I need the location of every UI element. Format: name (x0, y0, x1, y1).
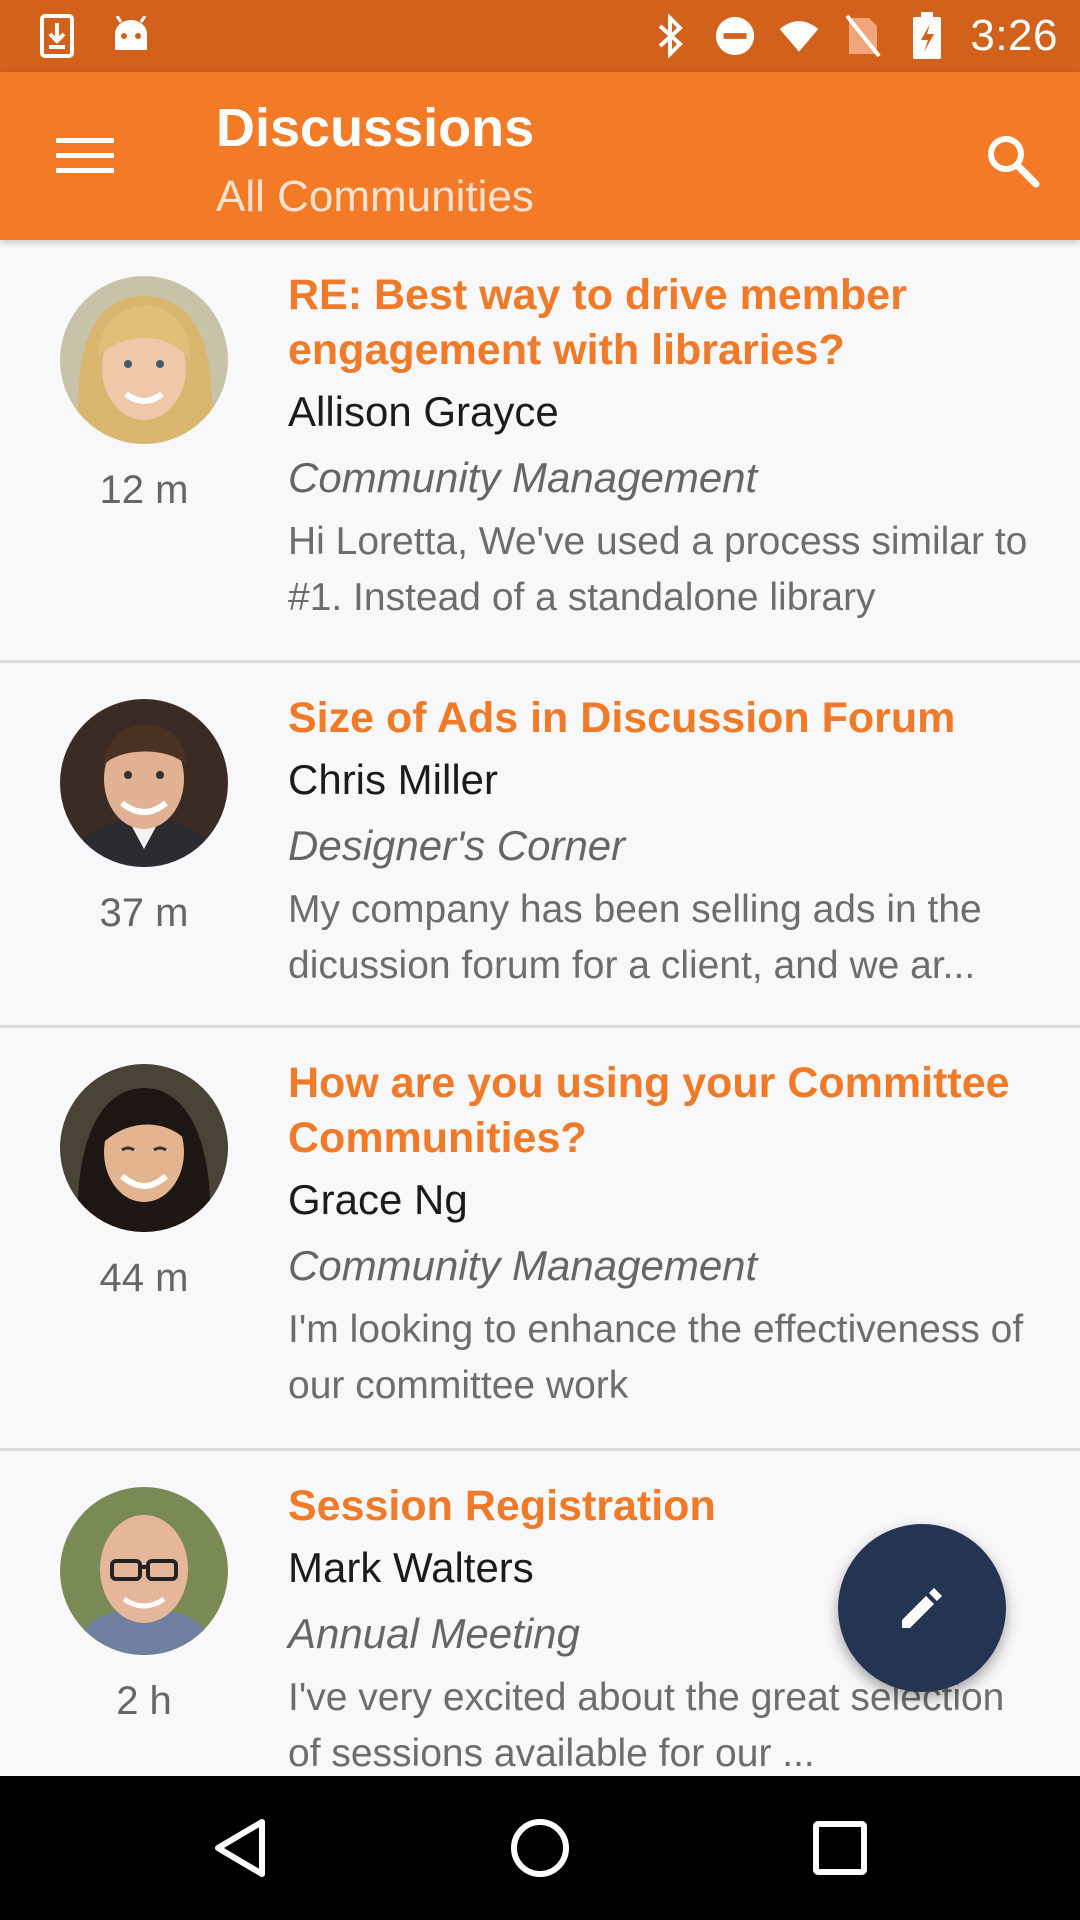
android-icon (110, 12, 152, 60)
download-icon (36, 12, 78, 60)
battery-charging-icon (906, 12, 948, 60)
search-icon (988, 136, 1040, 188)
discussion-subject[interactable]: How are you using your Committee Communi… (288, 1056, 1040, 1166)
menu-icon (56, 138, 114, 173)
bluetooth-icon (650, 12, 692, 60)
time-ago: 44 m (99, 1256, 189, 1300)
avatar (60, 1064, 228, 1232)
time-ago: 12 m (99, 468, 189, 512)
app-bar: Discussions All Communities (0, 72, 1080, 240)
author-name: Allison Grayce (288, 388, 559, 435)
author-name: Chris Miller (288, 756, 498, 803)
pencil-icon (902, 1588, 942, 1628)
menu-button[interactable] (40, 120, 130, 192)
time-ago: 2 h (116, 1679, 172, 1723)
status-time: 3:26 (970, 11, 1058, 60)
wifi-icon (778, 12, 820, 60)
discussion-item[interactable]: 12 m RE: Best way to drive member engage… (0, 240, 1080, 663)
avatar (60, 276, 228, 444)
back-icon (215, 1819, 265, 1877)
discussion-subject[interactable]: RE: Best way to drive member engagement … (288, 268, 1040, 378)
community-name: Community Management (288, 454, 758, 501)
discussion-item[interactable]: 44 m How are you using your Committee Co… (0, 1028, 1080, 1451)
home-icon (511, 1819, 569, 1877)
search-button[interactable] (974, 122, 1050, 198)
author-name: Grace Ng (288, 1176, 468, 1223)
page-subtitle[interactable]: All Communities (216, 168, 534, 226)
status-bar: 3:26 (0, 0, 1080, 72)
no-sim-icon (842, 12, 884, 60)
recents-button[interactable] (790, 1798, 890, 1898)
compose-button[interactable] (838, 1524, 1006, 1692)
discussion-excerpt: Hi Loretta, We've used a process similar… (288, 520, 1028, 619)
do-not-disturb-icon (714, 12, 756, 60)
time-ago: 37 m (99, 891, 189, 935)
discussion-item[interactable]: 37 m Size of Ads in Discussion Forum Chr… (0, 663, 1080, 1028)
community-name: Community Management (288, 1242, 758, 1289)
discussion-excerpt: I'm looking to enhance the effectiveness… (288, 1308, 1024, 1407)
discussion-subject[interactable]: Size of Ads in Discussion Forum (288, 691, 1040, 746)
avatar (60, 699, 228, 867)
page-title: Discussions (216, 98, 535, 158)
community-name: Designer's Corner (288, 822, 626, 869)
discussion-excerpt: My company has been selling ads in the d… (288, 888, 982, 987)
avatar (60, 1487, 228, 1655)
navigation-bar (0, 1776, 1080, 1920)
recents-icon (813, 1821, 867, 1875)
back-button[interactable] (190, 1798, 290, 1898)
home-button[interactable] (490, 1798, 590, 1898)
